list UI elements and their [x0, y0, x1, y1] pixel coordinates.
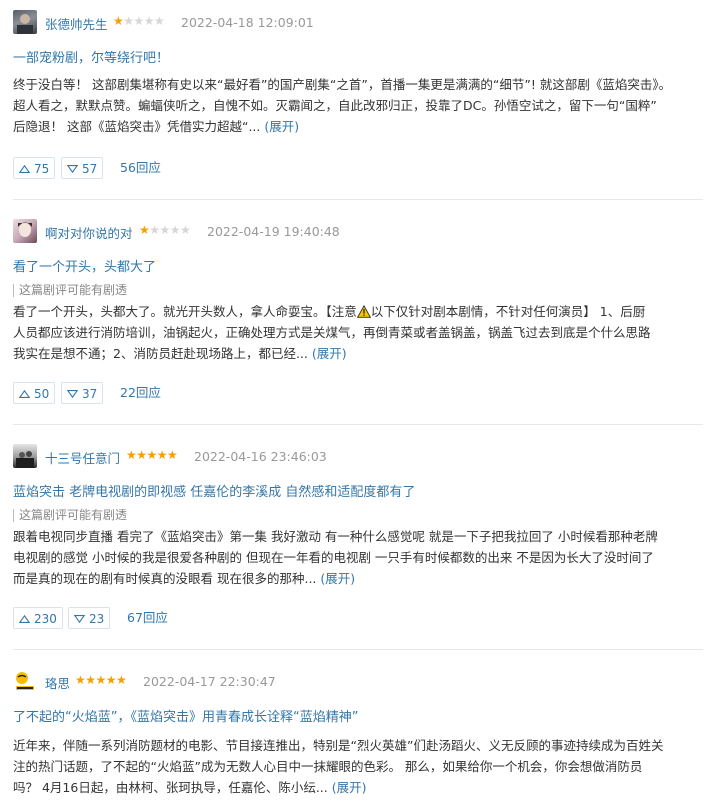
excerpt-line: 而是真的现在的剧有时候真的没眼看 现在很多的那种...	[13, 571, 317, 586]
review-date: 2022-04-16 23:46:03	[194, 449, 327, 464]
useful-button[interactable]: 75	[13, 157, 56, 179]
useless-button[interactable]: 23	[68, 607, 111, 629]
excerpt-line: 超人看之，默默点赞。蝙蝠侠听之，自愧不如。灭霸闻之，自此改邪归正，投靠了DC。孙…	[13, 98, 657, 113]
useful-count: 50	[34, 387, 50, 401]
review-excerpt: 终于没白等！ 这部剧集堪称有史以来“最好看”的国产剧集“之首”，首播一集更是满满…	[13, 74, 703, 137]
useless-count: 37	[82, 387, 98, 401]
warning-icon	[356, 305, 371, 318]
triangle-up-icon	[19, 165, 30, 173]
expand-link[interactable]: (展开)	[320, 571, 355, 586]
useless-button[interactable]: 37	[61, 382, 104, 404]
review-title[interactable]: 蓝焰突击 老牌电视剧的即视感 任嘉伦的李溪成 自然感和适配度都有了	[13, 481, 415, 500]
useless-count: 23	[89, 612, 105, 626]
rating-stars: ★★★★★	[126, 448, 178, 462]
triangle-down-icon	[74, 615, 85, 623]
review-excerpt: 近年来，伴随一系列消防题材的电影、节目接连推出，特别是“烈火英雄”们赴汤蹈火、义…	[13, 735, 703, 798]
review-date: 2022-04-19 19:40:48	[207, 224, 340, 239]
triangle-down-icon	[67, 165, 78, 173]
avatar[interactable]	[13, 219, 37, 243]
username[interactable]: 啊对对你说的对	[45, 223, 133, 242]
excerpt-line: 人员都应该进行消防培训，油锅起火，正确处理方式是关煤气，再倒青菜或者盖锅盖，锅盖…	[13, 325, 651, 340]
review-date: 2022-04-17 22:30:47	[143, 674, 276, 689]
excerpt-line: 终于没白等！ 这部剧集堪称有史以来“最好看”的国产剧集“之首”，首播一集更是满满…	[13, 77, 672, 92]
rating-stars: ★★★★★	[75, 673, 127, 687]
replies-link[interactable]: 22回应	[120, 382, 161, 404]
excerpt-line: 后隐退！ 这部《蓝焰突击》凭借实力超越“...	[13, 119, 261, 134]
useless-button[interactable]: 57	[61, 157, 104, 179]
triangle-up-icon	[19, 390, 30, 398]
excerpt-line: 我实在是想不通；2、消防员赶赴现场路上，都已经...	[13, 346, 308, 361]
rating-stars: ★★★★★	[139, 223, 191, 237]
username[interactable]: 十三号任意门	[45, 448, 120, 467]
useful-button[interactable]: 230	[13, 607, 63, 629]
divider	[13, 424, 703, 425]
replies-link[interactable]: 56回应	[120, 157, 161, 179]
excerpt-line: 注的热门话题，了不起的“火焰蓝”成为无数人心目中一抹耀眼的色彩。 那么，如果给你…	[13, 759, 643, 774]
triangle-up-icon	[19, 615, 30, 623]
rating-stars: ★★★★★	[113, 14, 165, 28]
spoiler-note: 这篇剧评可能有剧透	[13, 509, 127, 522]
excerpt-line: 近年来，伴随一系列消防题材的电影、节目接连推出，特别是“烈火英雄”们赴汤蹈火、义…	[13, 738, 664, 753]
username[interactable]: 张德帅先生	[45, 14, 108, 33]
useful-button[interactable]: 50	[13, 382, 56, 404]
review-date: 2022-04-18 12:09:01	[181, 15, 314, 30]
triangle-down-icon	[67, 390, 78, 398]
excerpt-line: 跟着电视同步直播 看完了《蓝焰突击》第一集 我好激动 有一种什么感觉呢 就是一下…	[13, 529, 658, 544]
useful-count: 230	[34, 612, 57, 626]
avatar[interactable]	[13, 444, 37, 468]
excerpt-line: 吗？ 4月16日起，由林柯、张珂执导，任嘉伦、陈小纭...	[13, 780, 328, 795]
expand-link[interactable]: (展开)	[264, 119, 299, 134]
avatar[interactable]	[13, 10, 37, 34]
review-title[interactable]: 看了一个开头，头都大了	[13, 256, 156, 275]
username[interactable]: 珞思	[45, 673, 70, 692]
replies-link[interactable]: 67回应	[127, 607, 168, 629]
excerpt-line: 看了一个开头，头都大了。就光开头数人，拿人命耍宝。【注意	[13, 304, 357, 319]
useful-count: 75	[34, 162, 50, 176]
divider	[13, 199, 703, 200]
review-excerpt: 跟着电视同步直播 看完了《蓝焰突击》第一集 我好激动 有一种什么感觉呢 就是一下…	[13, 526, 703, 589]
review-excerpt: 看了一个开头，头都大了。就光开头数人，拿人命耍宝。【注意 以下仅针对剧本剧情，不针…	[13, 301, 703, 364]
divider	[13, 649, 703, 650]
excerpt-line: 电视剧的感觉 小时候的我是很爱各种剧的 但现在一年看的电视剧 一只手有时候都数的…	[13, 550, 654, 565]
expand-link[interactable]: (展开)	[312, 346, 347, 361]
spoiler-note: 这篇剧评可能有剧透	[13, 284, 127, 297]
review-title[interactable]: 一部宠粉剧，尔等绕行吧！	[13, 47, 169, 66]
expand-link[interactable]: (展开)	[332, 780, 367, 795]
avatar[interactable]	[13, 669, 37, 693]
useless-count: 57	[82, 162, 98, 176]
excerpt-line: 以下仅针对剧本剧情，不针对任何演员】 1、后厨	[370, 304, 646, 319]
review-title[interactable]: 了不起的“火焰蓝”，《蓝焰突击》用青春成长诠释“蓝焰精神”	[13, 706, 358, 725]
